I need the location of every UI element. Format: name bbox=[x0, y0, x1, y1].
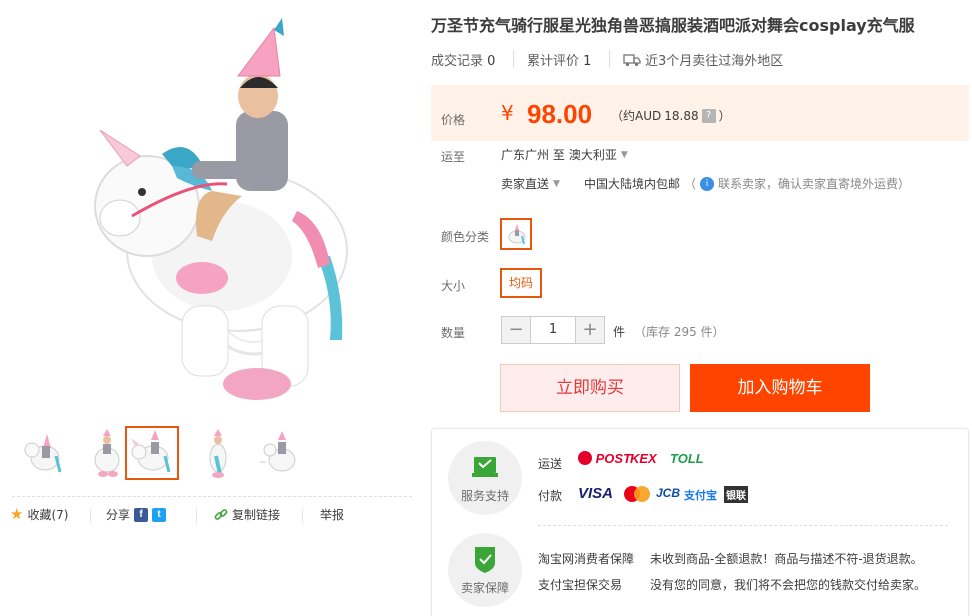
contact-seller-link[interactable]: 联系卖家，确认卖家直寄境外运费） bbox=[718, 175, 910, 192]
chevron-down-icon[interactable]: ▼ bbox=[621, 150, 628, 160]
stats-separator bbox=[513, 50, 514, 68]
color-swatch-image bbox=[508, 224, 526, 245]
shipping-method-row: 卖家直送 ▼ bbox=[501, 175, 560, 192]
currency-symbol: ¥ bbox=[501, 101, 514, 125]
favorite-button[interactable]: ★ 收藏(7) bbox=[10, 506, 68, 523]
product-actions-bar: ★ 收藏(7) 分享 f t 复制链接 举报 bbox=[10, 506, 410, 526]
main-product-image[interactable] bbox=[12, 6, 412, 414]
ship-route: 广东广州 至 澳大利亚 ▼ bbox=[501, 146, 628, 163]
share-group: 分享 f t bbox=[106, 506, 167, 523]
review-count-link[interactable]: 累计评价 1 bbox=[527, 50, 591, 69]
info-icon: i bbox=[700, 176, 715, 191]
chevron-down-icon[interactable]: ▼ bbox=[553, 179, 560, 189]
twitter-icon[interactable]: t bbox=[152, 507, 167, 522]
price-label: 价格 bbox=[441, 113, 466, 127]
stats-separator bbox=[609, 50, 610, 68]
toll-logo: TOLL bbox=[670, 451, 704, 466]
buy-now-button[interactable]: 立即购买 bbox=[500, 364, 680, 412]
quantity-input[interactable]: 1 bbox=[530, 317, 576, 343]
color-label: 颜色分类 bbox=[441, 230, 490, 244]
color-option-unicorn[interactable] bbox=[500, 218, 532, 250]
copy-link-button[interactable]: 复制链接 bbox=[214, 506, 280, 523]
quantity-increase-button[interactable]: + bbox=[576, 317, 604, 343]
thumbnail-3-selected[interactable] bbox=[125, 426, 179, 480]
truck-icon bbox=[623, 53, 641, 66]
ship-to-label: 运至 bbox=[441, 150, 466, 164]
service-divider bbox=[538, 525, 948, 526]
thumbnail-1[interactable] bbox=[16, 426, 70, 480]
price-value: 98.00 bbox=[527, 99, 593, 129]
unionpay-logo: 银联 bbox=[724, 486, 748, 503]
thumbnail-5[interactable] bbox=[254, 426, 308, 480]
product-stats: 成交记录 0 累计评价 1 近3个月卖往过海外地区 bbox=[431, 50, 951, 69]
price-panel: 价格 ¥ 98.00 （约AUD 18.88 ? ） bbox=[431, 85, 969, 141]
payment-logos: VISA JCB 支付宝 银联 bbox=[578, 485, 758, 505]
deal-record-link[interactable]: 成交记录 0 bbox=[431, 50, 495, 69]
size-label: 大小 bbox=[441, 279, 466, 293]
thumbnail-4[interactable] bbox=[190, 426, 244, 480]
quantity-stepper: − 1 + bbox=[501, 316, 605, 344]
thumbnail-strip bbox=[12, 426, 412, 482]
alipay-escrow-text: 没有您的同意，我们将不会把您的钱款交付给卖家。 bbox=[650, 578, 927, 592]
star-icon: ★ bbox=[10, 505, 24, 523]
add-to-cart-button[interactable]: 加入购物车 bbox=[690, 364, 870, 412]
shipping-method-select[interactable]: 卖家直送 bbox=[501, 175, 549, 192]
link-icon bbox=[214, 508, 228, 520]
shipping-carrier-logos: POST KEX TOLL bbox=[578, 451, 728, 471]
action-separator bbox=[90, 509, 91, 523]
stock-info: （库存 295 件） bbox=[634, 325, 725, 339]
seller-guarantee-label: 卖家保障 bbox=[460, 581, 509, 595]
alipay-logo: 支付宝 bbox=[684, 490, 717, 502]
jcb-logo: JCB bbox=[656, 486, 681, 500]
size-option-one-size[interactable]: 均码 bbox=[500, 268, 542, 298]
overseas-sales-info: 近3个月卖往过海外地区 bbox=[623, 50, 783, 69]
kex-logo: KEX bbox=[630, 451, 657, 466]
service-support-label: 服务支持 bbox=[460, 489, 509, 503]
action-separator bbox=[196, 509, 197, 523]
product-title: 万圣节充气骑行服星光独角兽恶搞服装酒吧派对舞会cosplay充气服 bbox=[431, 16, 915, 35]
facebook-icon[interactable]: f bbox=[134, 507, 149, 522]
quantity-unit: 件 bbox=[613, 325, 626, 339]
quantity-label: 数量 bbox=[441, 326, 466, 340]
shipping-carriers-label: 运送 bbox=[538, 457, 563, 471]
visa-logo: VISA bbox=[578, 485, 614, 502]
alipay-escrow-link[interactable]: 支付宝担保交易 bbox=[538, 576, 622, 593]
price-aud-conversion: （约AUD 18.88 ? ） bbox=[611, 108, 731, 123]
report-link[interactable]: 举报 bbox=[320, 506, 344, 523]
service-panel: 服务支持 运送 POST KEX TOLL 付款 VISA JCB 支付宝 银联… bbox=[431, 428, 969, 616]
help-icon[interactable]: ? bbox=[701, 108, 716, 123]
consumer-protection-link[interactable]: 淘宝网消费者保障 bbox=[538, 550, 634, 567]
mastercard-logo bbox=[624, 486, 650, 502]
auspost-logo: POST bbox=[578, 451, 631, 466]
gallery-divider bbox=[12, 496, 412, 497]
action-separator bbox=[302, 509, 303, 523]
shipping-note: 中国大陆境内包邮 （ i 联系卖家，确认卖家直寄境外运费） bbox=[584, 175, 911, 192]
consumer-protection-text: 未收到商品-全额退款！商品与描述不符-退货退款。 bbox=[650, 552, 923, 566]
payment-methods-label: 付款 bbox=[538, 489, 563, 503]
quantity-decrease-button[interactable]: − bbox=[502, 317, 530, 343]
destination-select[interactable]: 澳大利亚 bbox=[569, 146, 617, 163]
